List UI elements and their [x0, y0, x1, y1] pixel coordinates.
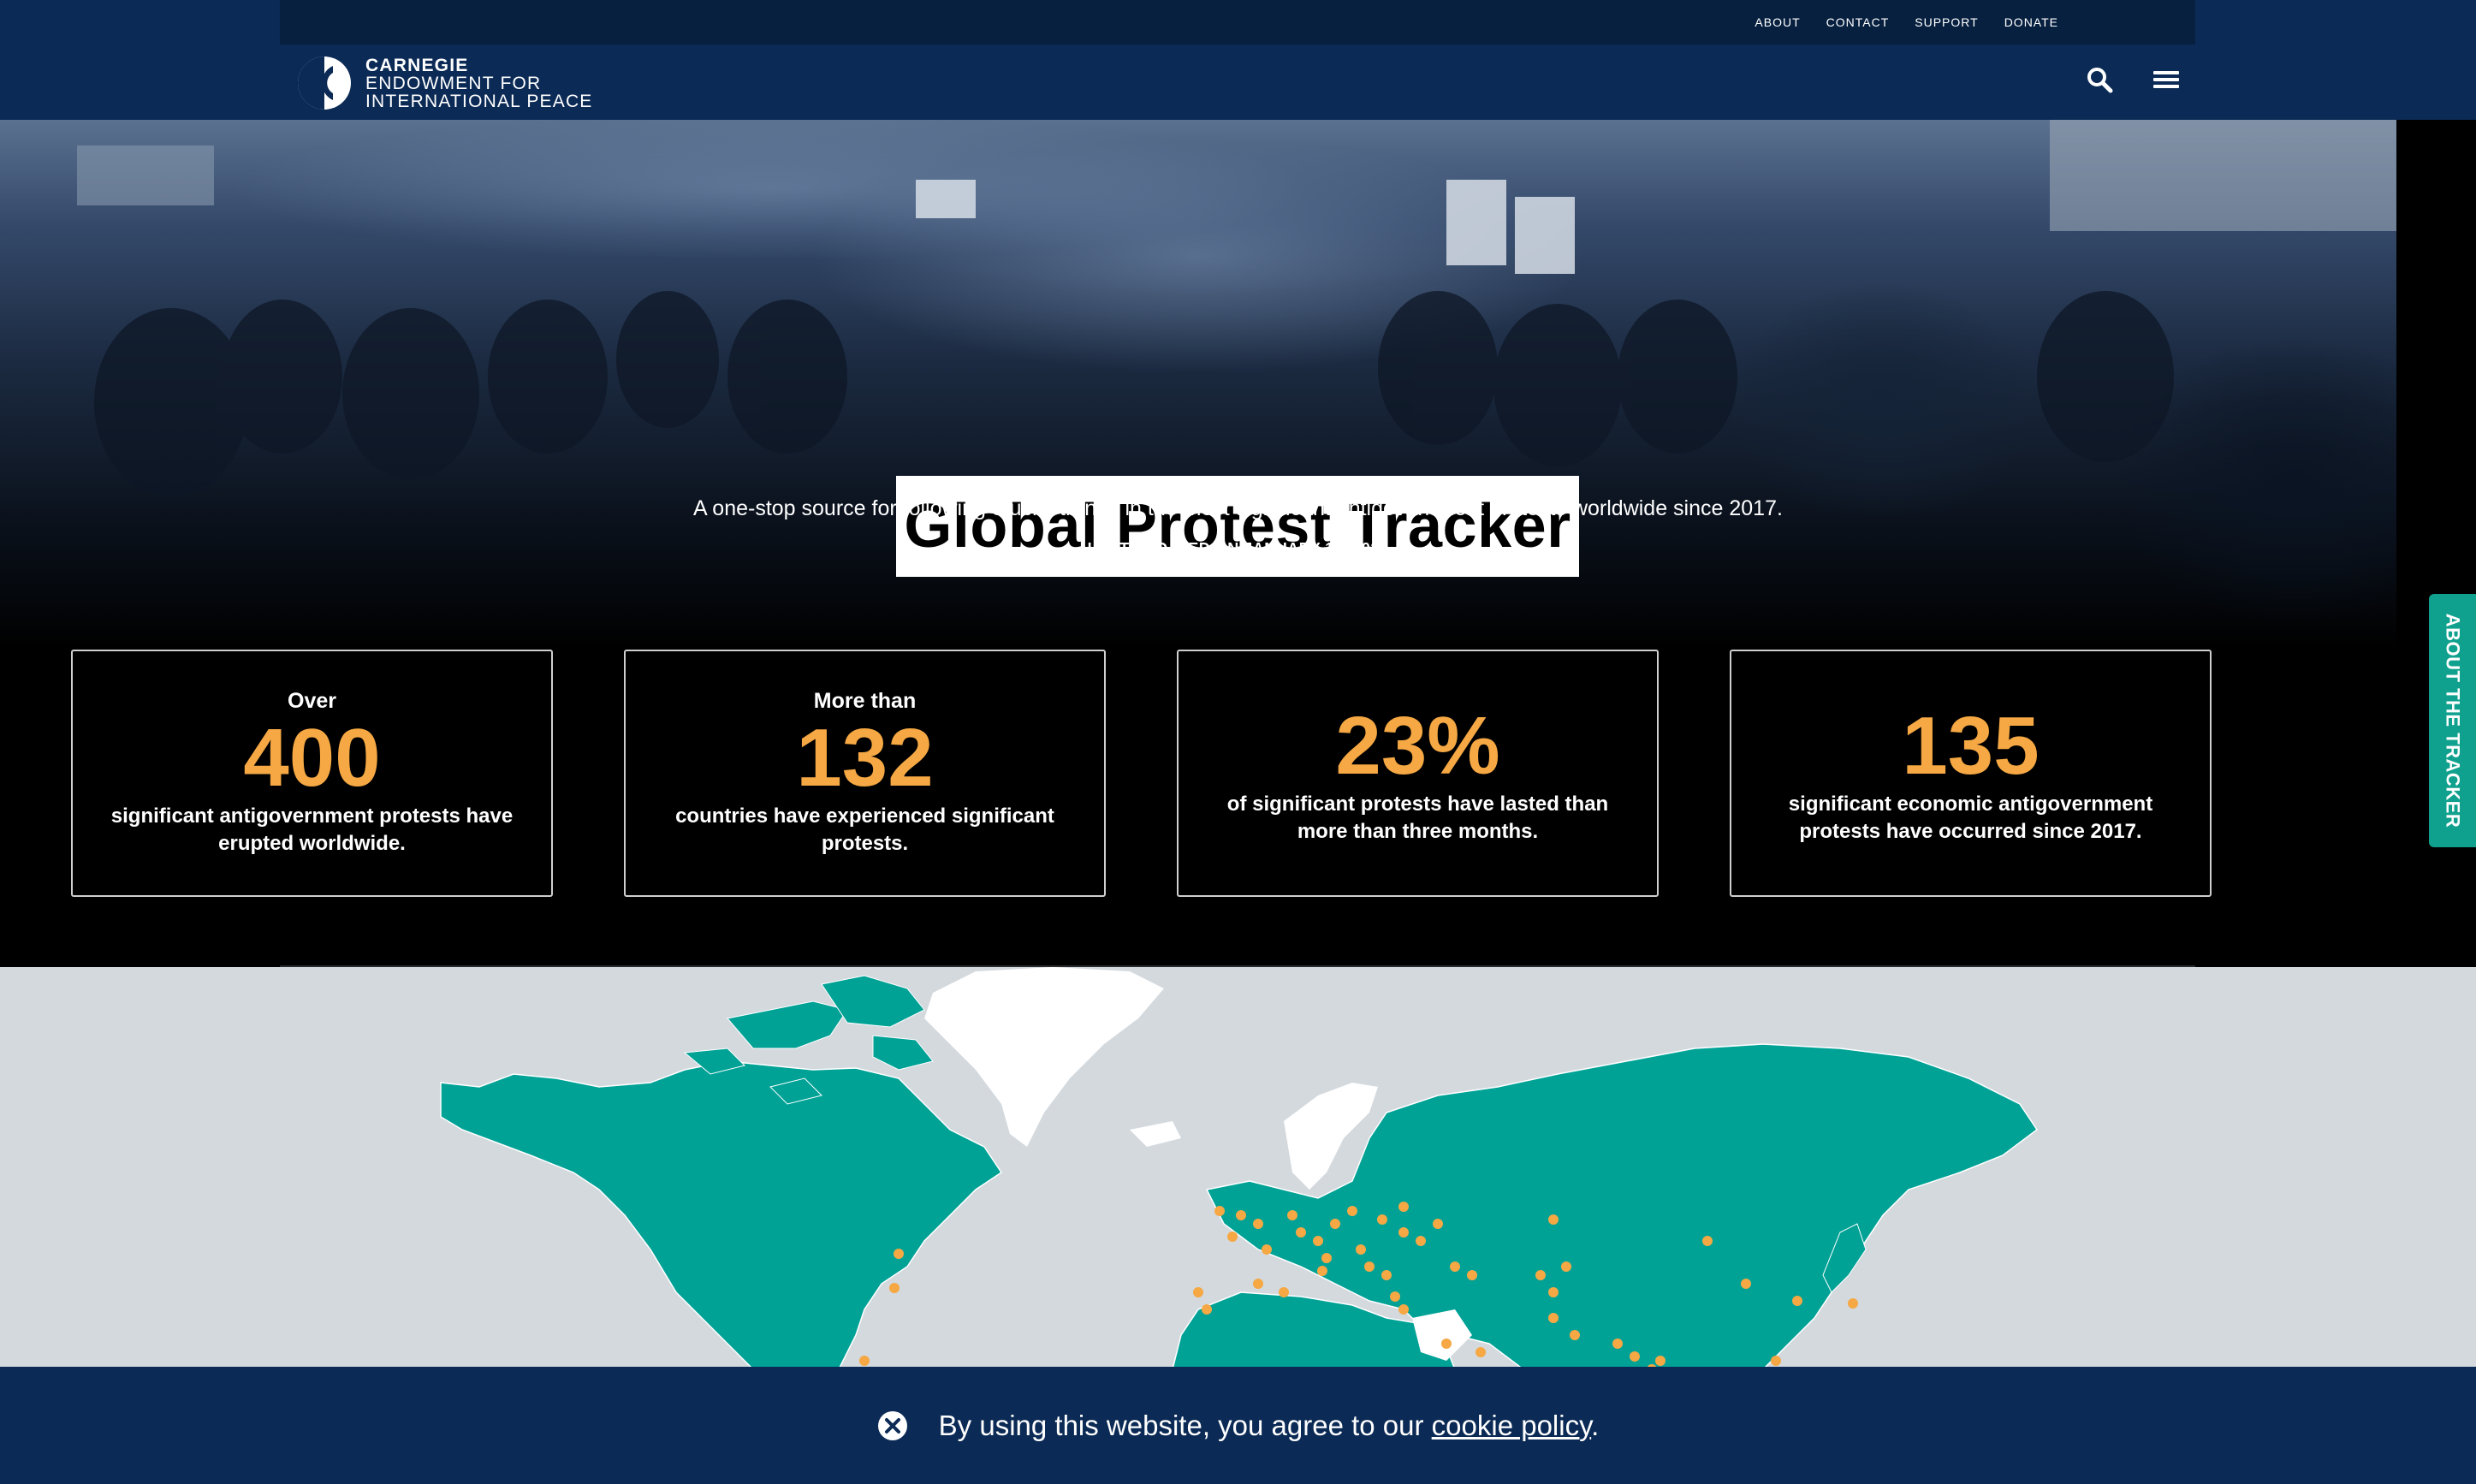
protest-marker[interactable] [1398, 1304, 1409, 1315]
cookie-text: By using this website, you agree to our [938, 1409, 1432, 1441]
header-actions [2085, 65, 2181, 94]
protest-marker[interactable] [1702, 1236, 1713, 1246]
protest-marker[interactable] [1296, 1227, 1306, 1238]
stat-number: 132 [796, 712, 934, 804]
utility-bar: ABOUT CONTACT SUPPORT DONATE [280, 0, 2195, 45]
site-header: ABOUT CONTACT SUPPORT DONATE CARNEGIE EN… [0, 0, 2476, 120]
stat-card-countries: More than 132 countries have experienced… [624, 650, 1106, 897]
logo-line-3: INTERNATIONAL PEACE [365, 91, 593, 111]
protest-marker[interactable] [1792, 1296, 1802, 1306]
protest-marker[interactable] [1202, 1304, 1212, 1315]
logo-line-2: ENDOWMENT FOR [365, 73, 542, 93]
stat-description: of significant protests have lasted than… [1226, 792, 1609, 843]
hero-title-box: Global Protest Tracker [896, 476, 1579, 577]
stat-description: significant economic antigovernment prot… [1788, 792, 2153, 843]
stats-row: Over 400 significant antigovernment prot… [71, 650, 2212, 897]
protest-marker[interactable] [1381, 1270, 1392, 1280]
stat-number: 400 [243, 712, 381, 804]
hero-section: Global Protest Tracker [0, 120, 2396, 650]
world-map-svg [440, 967, 2039, 1369]
nav-about-link[interactable]: ABOUT [1755, 15, 1800, 29]
protest-marker[interactable] [1330, 1219, 1340, 1229]
stat-number: 23% [1335, 699, 1500, 792]
protest-marker[interactable] [1741, 1279, 1751, 1289]
map-iceland [1130, 1121, 1181, 1147]
protest-marker[interactable] [1771, 1356, 1781, 1366]
protest-marker[interactable] [1398, 1227, 1409, 1238]
protest-marker[interactable] [1193, 1287, 1203, 1297]
stat-description: countries have experienced significant p… [675, 804, 1054, 855]
carnegie-logo-mark-icon [298, 56, 351, 110]
protest-marker[interactable] [1535, 1270, 1546, 1280]
protest-marker[interactable] [1262, 1244, 1272, 1255]
about-the-tracker-tab[interactable]: ABOUT THE TRACKER [2429, 594, 2476, 847]
cookie-period: . [1591, 1409, 1600, 1441]
menu-icon[interactable] [2152, 65, 2181, 94]
protest-marker[interactable] [1450, 1261, 1460, 1272]
protest-marker[interactable] [1476, 1347, 1486, 1357]
cookie-policy-link[interactable]: cookie policy [1432, 1410, 1591, 1441]
protest-marker[interactable] [1655, 1356, 1666, 1366]
utility-nav: ABOUT CONTACT SUPPORT DONATE [1755, 0, 2058, 45]
protest-marker[interactable] [859, 1356, 870, 1366]
protest-marker[interactable] [1347, 1206, 1357, 1216]
logo-line-1: CARNEGIE [365, 55, 469, 75]
stat-prefix: Over [288, 689, 336, 713]
stat-prefix: More than [813, 689, 917, 713]
protest-marker[interactable] [1356, 1244, 1366, 1255]
logo-wordmark: CARNEGIE ENDOWMENT FOR INTERNATIONAL PEA… [365, 56, 593, 110]
protest-marker[interactable] [1548, 1313, 1559, 1323]
world-protest-map[interactable] [0, 967, 2476, 1369]
protest-marker[interactable] [1630, 1351, 1640, 1362]
protest-marker[interactable] [1364, 1261, 1375, 1272]
cookie-message: By using this website, you agree to our … [939, 1410, 1600, 1442]
cookie-banner: By using this website, you agree to our … [0, 1367, 2476, 1484]
carnegie-logo[interactable]: CARNEGIE ENDOWMENT FOR INTERNATIONAL PEA… [297, 55, 593, 111]
protest-marker[interactable] [1467, 1270, 1477, 1280]
protest-marker[interactable] [894, 1249, 904, 1259]
search-icon[interactable] [2085, 65, 2114, 94]
protest-marker[interactable] [1612, 1339, 1623, 1349]
protest-marker[interactable] [1253, 1219, 1263, 1229]
nav-donate-link[interactable]: DONATE [2004, 15, 2058, 29]
protest-marker[interactable] [1214, 1206, 1225, 1216]
nav-contact-link[interactable]: CONTACT [1826, 15, 1890, 29]
protest-marker[interactable] [1398, 1202, 1409, 1212]
protest-marker[interactable] [1377, 1214, 1387, 1225]
stat-number: 135 [1902, 699, 2040, 792]
hero-subtitle: A one-stop source for following crucial … [693, 496, 1783, 520]
stat-card-duration: 23% of significant protests have lasted … [1177, 650, 1659, 897]
protest-marker[interactable] [1848, 1298, 1858, 1309]
protest-marker[interactable] [1279, 1287, 1289, 1297]
map-greenland [924, 967, 1164, 1147]
stat-description: significant antigovernment protests have… [110, 804, 514, 855]
protest-marker[interactable] [1390, 1291, 1400, 1302]
last-updated-label: LAST UPDATED ON JANUARY 10, 2023 [1087, 540, 1389, 557]
about-the-tracker-label: ABOUT THE TRACKER [2442, 613, 2464, 828]
protest-marker[interactable] [1548, 1214, 1559, 1225]
protest-marker[interactable] [1253, 1279, 1263, 1289]
protest-marker[interactable] [1548, 1287, 1559, 1297]
protest-marker[interactable] [1317, 1266, 1327, 1276]
protest-marker[interactable] [889, 1283, 900, 1293]
protest-marker[interactable] [1570, 1330, 1580, 1340]
protest-marker[interactable] [1321, 1253, 1332, 1263]
close-icon[interactable] [877, 1410, 908, 1441]
stat-card-protests: Over 400 significant antigovernment prot… [71, 650, 553, 897]
protest-marker[interactable] [1561, 1261, 1571, 1272]
protest-marker[interactable] [1416, 1236, 1426, 1246]
map-north-america[interactable] [440, 1060, 1003, 1369]
protest-marker[interactable] [1441, 1339, 1452, 1349]
protest-marker[interactable] [1287, 1210, 1297, 1220]
protest-marker[interactable] [1433, 1219, 1443, 1229]
protest-marker[interactable] [1313, 1236, 1323, 1246]
nav-support-link[interactable]: SUPPORT [1915, 15, 1978, 29]
protest-marker[interactable] [1236, 1210, 1246, 1220]
stat-card-economic: 135 significant economic antigovernment … [1730, 650, 2212, 897]
protest-marker[interactable] [1227, 1232, 1238, 1242]
